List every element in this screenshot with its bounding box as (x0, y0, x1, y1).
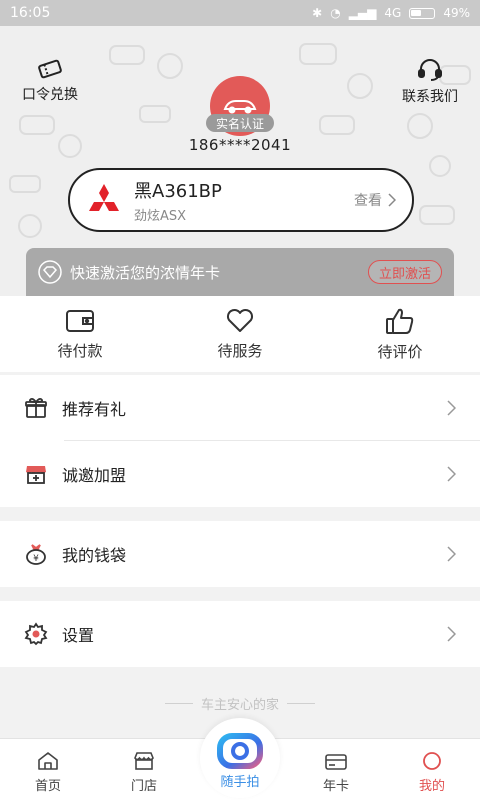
avatar-container[interactable]: 实名认证 (206, 76, 274, 136)
chevron-right-icon (447, 626, 456, 642)
my-wallet-item[interactable]: ¥ 我的钱袋 (0, 521, 480, 587)
signal-icon: ▂▄▆ (348, 6, 377, 20)
chevron-right-icon (447, 466, 456, 482)
settings-item[interactable]: 设置 (0, 601, 480, 667)
gear-icon (24, 622, 48, 646)
heart-icon (226, 308, 254, 332)
contact-us-button[interactable]: 联系我们 (402, 58, 458, 106)
user-circle-icon (423, 752, 441, 770)
camera-label: 随手拍 (220, 775, 260, 790)
settings-label: 设置 (62, 626, 95, 645)
bluetooth-icon: ✱ (312, 6, 323, 20)
status-time: 16:05 (10, 5, 51, 21)
profile-header: 口令兑换 联系我们 实名认证 186****2041 黑A361BP 劲炫ASX… (0, 26, 480, 296)
order-status-row: 待付款 待服务 待评价 (0, 296, 480, 372)
tab-store-label: 门店 (130, 779, 157, 794)
thumbs-up-icon (386, 308, 414, 334)
franchise-item[interactable]: 诚邀加盟 (0, 441, 480, 507)
slogan-line-right (287, 703, 315, 704)
tab-home[interactable]: 首页 (0, 739, 96, 800)
wallet-icon (66, 309, 94, 332)
promo-text: 快速激活您的浓情年卡 (70, 263, 221, 282)
headset-icon (418, 59, 442, 81)
view-car-label: 查看 (354, 193, 382, 209)
voucher-exchange-button[interactable]: 口令兑换 (22, 58, 78, 104)
car-info: 黑A361BP 劲炫ASX (134, 177, 354, 224)
car-model: 劲炫ASX (134, 208, 187, 224)
menu-group-promotions: 推荐有礼 诚邀加盟 (0, 375, 480, 507)
pending-payment-label: 待付款 (57, 341, 103, 360)
menu-group-wallet: ¥ 我的钱袋 (0, 521, 480, 587)
battery-level: 49% (443, 6, 470, 20)
slogan: 车主安心的家 (0, 694, 480, 713)
tab-annual-card[interactable]: 年卡 (288, 739, 384, 800)
car-plate: 黑A361BP (134, 180, 222, 202)
card-icon (325, 754, 347, 770)
battery-icon (409, 7, 436, 19)
my-wallet-label: 我的钱袋 (62, 546, 127, 565)
recommend-gift-item[interactable]: 推荐有礼 (0, 375, 480, 441)
user-phone: 186****2041 (188, 136, 292, 154)
status-bar: 16:05 ✱ ◔ ▂▄▆ 4G 49% (0, 0, 480, 26)
svg-text:¥: ¥ (33, 554, 39, 564)
pending-review-label: 待评价 (377, 342, 423, 361)
ticket-icon (38, 59, 62, 79)
tab-home-label: 首页 (34, 779, 61, 794)
slogan-text: 车主安心的家 (200, 698, 279, 713)
home-icon (38, 752, 58, 770)
pending-service-label: 待服务 (217, 341, 263, 360)
diamond-icon (38, 260, 62, 284)
car-card[interactable]: 黑A361BP 劲炫ASX 查看 (68, 168, 414, 232)
pending-payment-button[interactable]: 待付款 (20, 308, 140, 361)
mitsubishi-logo-icon (89, 184, 119, 211)
voucher-exchange-label: 口令兑换 (22, 87, 78, 103)
network-type: 4G (384, 6, 402, 20)
alarm-icon: ◔ (330, 6, 341, 20)
contact-us-label: 联系我们 (402, 89, 458, 105)
pending-review-button[interactable]: 待评价 (340, 307, 460, 362)
slogan-line-left (164, 703, 193, 704)
car-logo-icon (223, 100, 257, 114)
shop-icon (24, 462, 48, 486)
gift-icon (24, 396, 48, 420)
tab-annual-card-label: 年卡 (322, 779, 349, 794)
annual-card-promo[interactable]: 快速激活您的浓情年卡 立即激活 (26, 248, 454, 296)
chevron-right-icon (447, 400, 456, 416)
tab-mine[interactable]: 我的 (384, 739, 480, 800)
chevron-right-icon (447, 546, 456, 562)
franchise-label: 诚邀加盟 (62, 466, 127, 485)
recommend-gift-label: 推荐有礼 (62, 400, 127, 419)
status-indicators: ✱ ◔ ▂▄▆ 4G 49% (312, 6, 470, 20)
tab-mine-label: 我的 (418, 779, 445, 794)
view-car-button[interactable]: 查看 (354, 190, 396, 210)
money-bag-icon: ¥ (24, 542, 48, 566)
tab-store[interactable]: 门店 (96, 739, 192, 800)
menu-group-settings: 设置 (0, 601, 480, 667)
verify-badge: 实名认证 (206, 114, 274, 132)
store-icon (134, 752, 154, 770)
activate-now-button[interactable]: 立即激活 (367, 260, 442, 284)
pending-service-button[interactable]: 待服务 (180, 308, 300, 361)
chevron-right-icon (388, 193, 396, 207)
